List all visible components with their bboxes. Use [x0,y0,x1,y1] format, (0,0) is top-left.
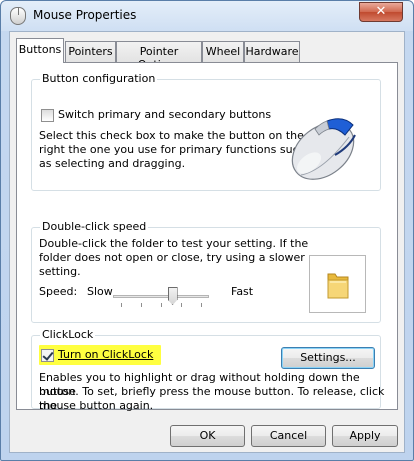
slider-tick [161,303,162,307]
buttons-tab-panel: Button configuration Switch primary and … [16,62,398,412]
close-button[interactable]: ✕ [359,2,403,22]
fast-label: Fast [231,285,254,298]
speed-label: Speed: [39,285,78,298]
button-config-description-line-1: Select this check box to make the button… [39,129,304,142]
clicklock-settings-button[interactable]: Settings... [281,347,375,369]
mouse-icon [10,7,26,25]
clicklock-description-line-3: mouse button again. [39,399,154,412]
test-folder-area[interactable] [309,255,366,313]
double-click-description-line-3: setting. [39,265,81,278]
switch-buttons-checkbox[interactable] [41,109,54,122]
tab-buttons[interactable]: Buttons [16,38,64,63]
title-bar[interactable]: Mouse Properties ✕ [1,1,413,31]
dialog-body: Buttons Pointers Pointer Options Wheel H… [9,31,405,453]
slider-tick [121,303,122,307]
slider-tick [181,303,182,307]
double-click-speed-legend: Double-click speed [40,220,149,233]
ok-button[interactable]: OK [170,425,245,447]
tab-pointers[interactable]: Pointers [65,41,116,62]
button-config-description-line-3: as selecting and dragging. [39,157,186,170]
slider-tick [141,303,142,307]
button-configuration-legend: Button configuration [40,72,158,85]
mouse-properties-window: Mouse Properties ✕ Buttons Pointers Poin… [0,0,414,461]
clicklock-legend: ClickLock [40,328,96,341]
slider-tick [201,303,202,307]
clicklock-checkbox[interactable] [41,349,54,362]
button-config-description-line-2: right the one you use for primary functi… [39,143,306,156]
apply-button[interactable]: Apply [332,425,398,447]
slow-label: Slow [87,285,113,298]
clicklock-label[interactable]: Turn on ClickLock [58,348,153,362]
folder-icon [327,273,349,299]
tab-hardware[interactable]: Hardware [244,41,300,62]
cancel-button[interactable]: Cancel [251,425,326,447]
double-click-speed-slider-track[interactable] [113,295,209,298]
double-click-description-line-2: folder does not open or close, try using… [39,251,305,264]
switch-buttons-label[interactable]: Switch primary and secondary buttons [58,108,271,122]
mouse-illustration [291,118,356,180]
tab-wheel[interactable]: Wheel [202,41,244,62]
window-title: Mouse Properties [33,8,137,22]
double-click-description-line-1: Double-click the folder to test your set… [39,237,309,250]
tab-pointer-options[interactable]: Pointer Options [116,41,202,71]
